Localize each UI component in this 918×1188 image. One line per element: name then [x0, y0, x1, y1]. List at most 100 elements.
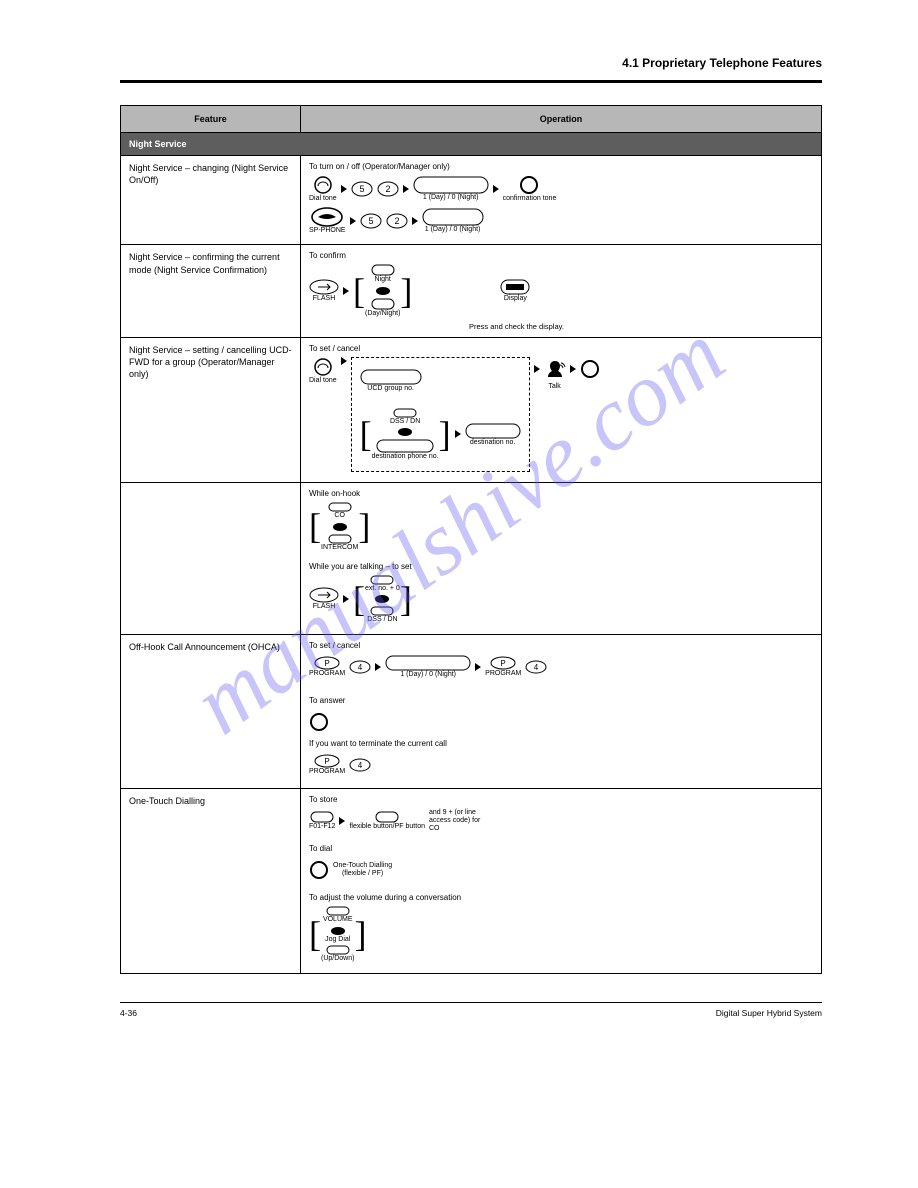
svg-text:2: 2: [385, 184, 390, 194]
op-note: To set / cancel: [309, 641, 813, 650]
field-icon: [413, 176, 489, 194]
choice-bracket: [ VOLUME Jog Dial (Up/Down) ]: [309, 906, 366, 963]
arrow-icon: [341, 185, 347, 193]
program-button-icon: P: [314, 754, 340, 768]
table-row: Night Service – confirming the current m…: [121, 245, 822, 337]
arrow-icon: [493, 185, 499, 193]
seq-ohca-set: PPROGRAM 4 1 (Day) / 0 (Night) PPROGRAM …: [309, 654, 813, 680]
operation-cell: While on-hook [ CO INTERCOM ] While you …: [301, 483, 822, 635]
updown-button-icon: [371, 298, 395, 310]
section-night-service: Night Service: [121, 133, 822, 156]
arrow-icon: [403, 185, 409, 193]
arrow-icon: [475, 663, 481, 671]
footer-rule: [120, 1002, 822, 1003]
seq-onetouch-dial: One-Touch Dialling(flexible / PF): [309, 857, 813, 883]
program-button-icon: P: [490, 656, 516, 670]
footer-right: Digital Super Hybrid System: [716, 1008, 822, 1018]
onhook-icon: [309, 860, 329, 880]
key-4-icon: 4: [525, 660, 547, 674]
svg-text:P: P: [324, 757, 329, 766]
arrow-icon: [570, 365, 576, 373]
jog-icon: [332, 522, 348, 532]
svg-text:4: 4: [358, 761, 363, 770]
arrow-icon: [343, 287, 349, 295]
table-row: To answer If you want to terminate the c…: [121, 690, 822, 789]
updown-button-icon: [326, 945, 350, 955]
feature-cell: [121, 483, 301, 635]
jog-icon: [330, 926, 346, 936]
svg-text:P: P: [324, 659, 329, 668]
svg-text:P: P: [501, 659, 506, 668]
operation-cell: To confirm FLASH [ Night (Day/Night): [301, 245, 822, 337]
key-4-icon: 4: [349, 660, 371, 674]
choice-bracket: [ ext. no. + 0 DSS / DN ]: [353, 575, 412, 624]
arrow-icon: [412, 217, 418, 225]
op-note: To answer: [309, 696, 813, 705]
arrow-icon: [339, 817, 345, 825]
flash-button-icon: [309, 587, 339, 603]
button-icon: [370, 606, 394, 616]
page-number: 4-36: [120, 1008, 137, 1018]
flash-button-icon: [309, 279, 339, 295]
choice-bracket: [ CO INTERCOM ]: [309, 502, 370, 551]
op-note: While on-hook: [309, 489, 813, 498]
operation-cell: To set / cancel PPROGRAM 4 1 (Day) / 0 (…: [301, 634, 822, 690]
button-icon: [370, 575, 394, 585]
jog-icon: [374, 594, 390, 604]
arrow-icon: [375, 663, 381, 671]
night-button-icon: [371, 264, 395, 276]
intercom-button-icon: [328, 534, 352, 544]
svg-text:5: 5: [359, 184, 364, 194]
flex-button-icon: [375, 811, 399, 823]
offhook-icon: [313, 357, 333, 377]
dashed-group: UCD group no. [ DSS / DN destination pho…: [351, 357, 530, 472]
jog-icon: [397, 427, 413, 437]
page-title: 4.1 Proprietary Telephone Features: [120, 56, 822, 70]
feature-table: Feature Operation Night Service Night Se…: [120, 105, 822, 974]
field-icon: [385, 655, 471, 671]
footer: 4-36 Digital Super Hybrid System: [120, 1008, 822, 1018]
col-feature: Feature: [121, 106, 301, 133]
seq-ohca-term: PPROGRAM 4: [309, 752, 813, 778]
svg-text:4: 4: [358, 663, 363, 672]
arrow-icon: [455, 430, 461, 438]
seq-hint: Press and check the display.: [469, 322, 813, 331]
operation-cell: To turn on / off (Operator/Manager only)…: [301, 156, 822, 245]
jog-icon: [375, 286, 391, 296]
key-2-icon: 2: [386, 213, 408, 229]
feature-cell: Night Service – changing (Night Service …: [121, 156, 301, 245]
offhook-icon: [313, 175, 333, 195]
op-note: If you want to terminate the current cal…: [309, 739, 813, 748]
key-5-icon: 5: [351, 181, 373, 197]
onhook-icon: [519, 175, 539, 195]
seq-sp-52: SP-PHONE 5 2 1 (Day) / 0 (Night): [309, 207, 813, 235]
feature-cell: Night Service – confirming the current m…: [121, 245, 301, 337]
table-row: While on-hook [ CO INTERCOM ] While you …: [121, 483, 822, 635]
op-note: To turn on / off (Operator/Manager only): [309, 162, 813, 171]
button-icon: [393, 408, 417, 418]
field-icon: [376, 439, 434, 453]
field-icon: [465, 423, 521, 439]
heading-rule: [120, 80, 822, 83]
op-note: To set / cancel: [309, 344, 813, 353]
svg-text:4: 4: [534, 663, 539, 672]
svg-text:5: 5: [368, 216, 373, 226]
field-icon: [360, 369, 422, 385]
table-row: One-Touch Dialling To store F01-F12 flex…: [121, 788, 822, 973]
table-row: Night Service – setting / cancelling UCD…: [121, 337, 822, 482]
feature-cell: Off-Hook Call Announcement (OHCA): [121, 634, 301, 690]
seq-dial-52: Dial tone 5 2 1 (Day) / 0 (Night) confir…: [309, 175, 813, 203]
table-row: Off-Hook Call Announcement (OHCA) To set…: [121, 634, 822, 690]
op-note: To adjust the volume during a conversati…: [309, 893, 813, 902]
seq-confirm: FLASH [ Night (Day/Night) ]: [309, 264, 813, 317]
key-4-icon: 4: [349, 758, 371, 772]
program-button-icon: P: [314, 656, 340, 670]
onhook-icon: [580, 359, 600, 379]
f-button-icon: [310, 811, 334, 823]
table-row: Night Service – changing (Night Service …: [121, 156, 822, 245]
feature-cell: One-Touch Dialling: [121, 788, 301, 973]
choice-bracket: [ Night (Day/Night) ]: [353, 264, 412, 317]
field-icon: [422, 208, 484, 226]
arrow-icon: [343, 595, 349, 603]
arrow-icon: [534, 365, 540, 373]
